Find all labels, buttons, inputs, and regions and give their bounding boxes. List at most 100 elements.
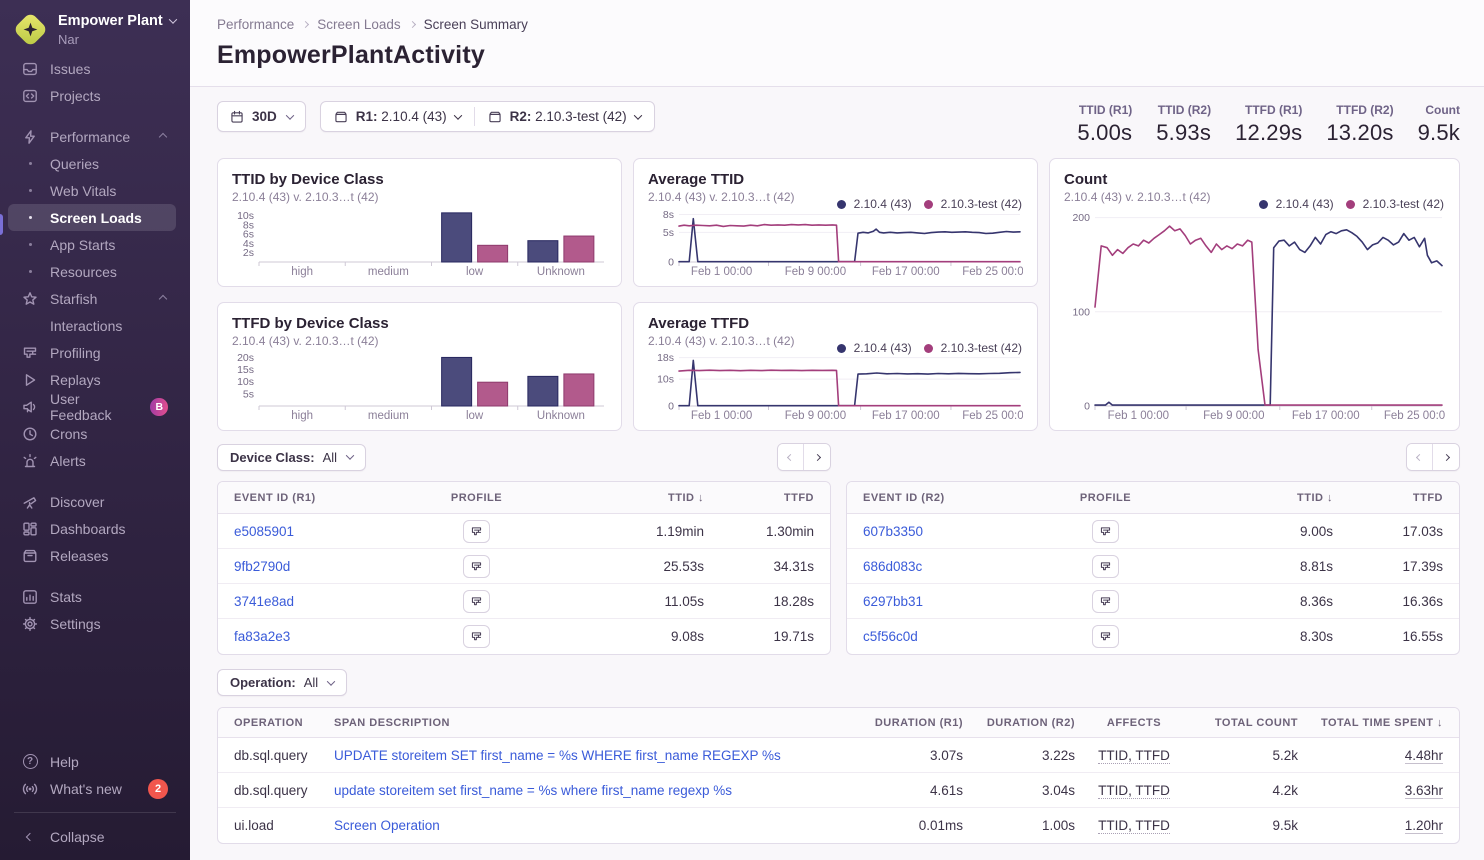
sidebar-item-app-starts[interactable]: App Starts <box>8 231 176 258</box>
event-link[interactable]: e5085901 <box>234 524 394 539</box>
breadcrumb-screen-loads[interactable]: Screen Loads <box>317 17 400 32</box>
breadcrumb-performance[interactable]: Performance <box>217 17 294 32</box>
affects-value[interactable]: TTID, TTFD <box>1098 818 1170 834</box>
profile-button[interactable] <box>463 625 490 648</box>
avg-ttfd-chart[interactable]: 18s10s0Feb 1 00:00Feb 9 00:00Feb 17 00:0… <box>648 351 1023 422</box>
svg-text:medium: medium <box>368 266 409 278</box>
sidebar-item-replays[interactable]: Replays <box>8 366 176 393</box>
col-header-affects[interactable]: AFFECTS <box>1075 717 1193 729</box>
col-header-ttfd[interactable]: TTFD <box>704 492 814 504</box>
affects-value[interactable]: TTID, TTFD <box>1098 783 1170 799</box>
event-link[interactable]: 6297bb31 <box>863 594 1023 609</box>
col-header-event-id[interactable]: EVENT ID (R1) <box>234 492 394 504</box>
event-link[interactable]: fa83a2e3 <box>234 629 394 644</box>
total-time-value[interactable]: 3.63hr <box>1405 783 1443 799</box>
sidebar-item-releases[interactable]: Releases <box>8 542 176 569</box>
sidebar-item-profiling[interactable]: Profiling <box>8 339 176 366</box>
profile-button[interactable] <box>463 555 490 578</box>
profile-button[interactable] <box>1092 555 1119 578</box>
sidebar-item-user-feedback[interactable]: User Feedback B <box>8 393 176 420</box>
crons-icon <box>20 426 40 442</box>
event-table-r2: EVENT ID (R2) PROFILE TTID ↓ TTFD 607b33… <box>846 481 1460 655</box>
event-link[interactable]: c5f56c0d <box>863 629 1023 644</box>
breadcrumb: Performance Screen Loads Screen Summary <box>217 17 1460 32</box>
col-header-ttid-sorted[interactable]: TTID ↓ <box>1188 492 1333 504</box>
stats-icon <box>20 589 40 605</box>
sidebar-item-discover[interactable]: Discover <box>8 488 176 515</box>
discover-icon <box>20 494 40 510</box>
release-r2-button[interactable]: R2: 2.10.3-test (42) <box>475 102 654 131</box>
col-header-ttid-sorted[interactable]: TTID ↓ <box>559 492 704 504</box>
sidebar-item-alerts[interactable]: Alerts <box>8 447 176 474</box>
event-link[interactable]: 686d083c <box>863 559 1023 574</box>
profile-button[interactable] <box>463 590 490 613</box>
span-description-link[interactable]: update storeitem set first_name = %s whe… <box>334 783 853 798</box>
table-row: ui.load Screen Operation 0.01ms 1.00s TT… <box>218 808 1459 843</box>
sidebar-item-performance[interactable]: Performance <box>8 123 176 150</box>
issues-icon <box>20 61 40 77</box>
profile-icon <box>1099 525 1112 538</box>
sidebar-item-resources[interactable]: Resources <box>8 258 176 285</box>
col-header-event-id[interactable]: EVENT ID (R2) <box>863 492 1023 504</box>
sidebar: Empower Plant Nar Issues Projects Perfor… <box>0 0 190 860</box>
sidebar-item-dashboards[interactable]: Dashboards <box>8 515 176 542</box>
release-r1-button[interactable]: R1: 2.10.4 (43) <box>321 102 474 131</box>
breadcrumb-screen-summary: Screen Summary <box>424 17 528 32</box>
svg-text:15s: 15s <box>237 364 254 376</box>
svg-text:Feb 25 00:00: Feb 25 00:00 <box>1384 410 1445 422</box>
span-description-link[interactable]: Screen Operation <box>334 818 853 833</box>
ttfd-device-class-chart[interactable]: 20s15s10s5shighmediumlowUnknown <box>232 351 607 422</box>
profile-button[interactable] <box>1092 625 1119 648</box>
sidebar-item-queries[interactable]: Queries <box>8 150 176 177</box>
col-header-total-count[interactable]: TOTAL COUNT <box>1193 717 1298 729</box>
sidebar-item-help[interactable]: ? Help <box>8 748 176 775</box>
count-chart[interactable]: 2001000Feb 1 00:00Feb 9 00:00Feb 17 00:0… <box>1064 207 1445 422</box>
sidebar-item-screen-loads[interactable]: Screen Loads <box>8 204 176 231</box>
profile-button[interactable] <box>1092 590 1119 613</box>
avg-ttid-chart[interactable]: 8s5s0Feb 1 00:00Feb 9 00:00Feb 17 00:00F… <box>648 207 1023 278</box>
ttid-device-class-chart[interactable]: 10s8s6s4s2shighmediumlowUnknown <box>232 207 607 278</box>
device-class-filter[interactable]: Device Class:All <box>217 444 366 471</box>
total-time-value[interactable]: 4.48hr <box>1405 748 1443 764</box>
next-page-button[interactable] <box>804 444 830 470</box>
sidebar-item-starfish[interactable]: Starfish <box>8 285 176 312</box>
col-header-duration-r2[interactable]: DURATION (R2) <box>963 717 1075 729</box>
date-range-button[interactable]: 30D <box>217 101 306 132</box>
prev-page-button[interactable] <box>778 444 804 470</box>
profile-button[interactable] <box>463 520 490 543</box>
sidebar-item-settings[interactable]: Settings <box>8 610 176 637</box>
sidebar-collapse-button[interactable]: Collapse <box>8 823 176 850</box>
bullet-icon <box>29 189 32 192</box>
sidebar-item-stats[interactable]: Stats <box>8 583 176 610</box>
event-link[interactable]: 607b3350 <box>863 524 1023 539</box>
profiling-icon <box>20 345 40 361</box>
col-header-total-time-sorted[interactable]: TOTAL TIME SPENT ↓ <box>1298 717 1443 729</box>
sidebar-item-issues[interactable]: Issues <box>8 55 176 82</box>
ttfd-value: 1.30min <box>704 524 814 539</box>
affects-value[interactable]: TTID, TTFD <box>1098 748 1170 764</box>
total-time-value[interactable]: 1.20hr <box>1405 818 1443 834</box>
svg-text:Feb 17 00:00: Feb 17 00:00 <box>872 266 940 278</box>
org-switcher[interactable]: Empower Plant Nar <box>0 0 190 47</box>
event-link[interactable]: 9fb2790d <box>234 559 394 574</box>
sidebar-item-crons[interactable]: Crons <box>8 420 176 447</box>
operation-filter[interactable]: Operation:All <box>217 669 347 696</box>
profile-icon <box>470 630 483 643</box>
sidebar-item-web-vitals[interactable]: Web Vitals <box>8 177 176 204</box>
event-link[interactable]: 3741e8ad <box>234 594 394 609</box>
sidebar-item-whats-new[interactable]: What's new 2 <box>8 775 176 802</box>
sidebar-item-interactions[interactable]: Interactions <box>8 312 176 339</box>
sidebar-item-projects[interactable]: Projects <box>8 82 176 109</box>
prev-page-button[interactable] <box>1407 444 1433 470</box>
profile-button[interactable] <box>1092 520 1119 543</box>
duration-r2-value: 3.04s <box>963 783 1075 798</box>
col-header-duration-r1[interactable]: DURATION (R1) <box>853 717 963 729</box>
ttfd-value: 18.28s <box>704 594 814 609</box>
span-description-link[interactable]: UPDATE storeitem SET first_name = %s WHE… <box>334 748 853 763</box>
next-page-button[interactable] <box>1433 444 1459 470</box>
total-count-value: 5.2k <box>1193 748 1298 763</box>
col-header-span-description[interactable]: SPAN DESCRIPTION <box>334 717 853 729</box>
col-header-operation[interactable]: OPERATION <box>234 717 334 729</box>
col-header-ttfd[interactable]: TTFD <box>1333 492 1443 504</box>
ttid-value: 8.36s <box>1188 594 1333 609</box>
